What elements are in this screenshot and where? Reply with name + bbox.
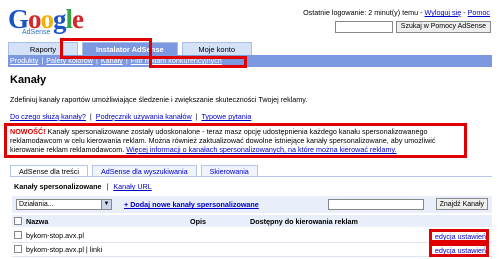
actions-dropdown-value: Działania... <box>19 201 54 208</box>
table-row: bykom-stop.avx.pl edycja ustawień <box>12 229 492 243</box>
help-search-input[interactable] <box>334 21 393 33</box>
logo-letter: g <box>53 4 66 34</box>
select-all-checkbox[interactable] <box>14 217 22 225</box>
add-custom-channels-link[interactable]: + Dodaj nowe kanały spersonalizowane <box>124 200 259 209</box>
separator: | <box>106 182 109 191</box>
chevron-down-icon[interactable]: ▼ <box>101 200 111 209</box>
help-search-button[interactable]: Szukaj w Pomocy AdSense <box>395 21 491 33</box>
highlight-box <box>149 56 247 68</box>
actions-dropdown[interactable]: Działania... ▼ <box>16 199 112 210</box>
last-login-text: Ostatnie logowanie: 2 minut(y) temu - <box>303 8 423 17</box>
row-checkbox[interactable] <box>14 231 22 239</box>
channel-name: bykom-stop.avx.pl | linki <box>26 245 103 254</box>
channel-name: bykom-stop.avx.pl <box>26 231 84 240</box>
column-header-opis: Opis <box>190 217 206 226</box>
help-link[interactable]: Pomoc <box>468 8 490 17</box>
row-checkbox[interactable] <box>14 245 22 253</box>
highlight-box <box>60 38 152 59</box>
help-links: Do czego służą kanały? | Podręcznik używ… <box>10 112 251 121</box>
help-search: Szukaj w Pomocy AdSense <box>334 21 491 33</box>
channels-toolbar: Działania... ▼ + Dodaj nowe kanały spers… <box>12 196 492 213</box>
page-title: Kanały <box>10 74 47 86</box>
logout-link[interactable]: Wyloguj się <box>425 8 462 17</box>
highlight-box <box>4 123 467 158</box>
logo-letter: e <box>72 4 84 34</box>
channel-type-custom: Kanały spersonalizowane <box>14 182 102 191</box>
separator: | <box>89 112 92 121</box>
find-channels-input[interactable] <box>328 199 424 210</box>
find-channels-button[interactable]: Znajdź Kanały <box>435 198 488 210</box>
help-link-guide[interactable]: Podręcznik używania kanałów <box>96 112 192 121</box>
tab-moje-konto[interactable]: Moje konto <box>181 42 252 55</box>
account-links: Ostatnie logowanie: 2 minut(y) temu - Wy… <box>303 8 490 17</box>
channel-type-url-link[interactable]: Kanały URL <box>113 182 151 191</box>
help-link-what-for[interactable]: Do czego służą kanały? <box>10 112 86 121</box>
separator: | <box>195 112 198 121</box>
subnav-produkty[interactable]: Produkty <box>10 56 38 65</box>
logo-subtitle: AdSense <box>22 29 51 36</box>
highlight-box <box>429 229 489 243</box>
column-header-name[interactable]: Nazwa <box>26 217 48 226</box>
highlight-box <box>429 243 489 257</box>
channel-type-switch: Kanały spersonalizowane | Kanały URL <box>14 182 152 191</box>
help-link-faq[interactable]: Typowe pytania <box>201 112 251 121</box>
table-header: Nazwa Opis Dostępny do kierowania reklam <box>12 215 492 227</box>
page-description: Zdefiniuj kanały raportów umożliwiające … <box>10 95 308 104</box>
table-row: bykom-stop.avx.pl | linki edycja ustawie… <box>12 243 492 257</box>
google-adsense-logo[interactable]: Google AdSense <box>8 6 88 38</box>
column-header-available: Dostępny do kierowania reklam <box>250 217 358 226</box>
separator: - <box>463 8 466 17</box>
separator: | <box>41 56 44 65</box>
